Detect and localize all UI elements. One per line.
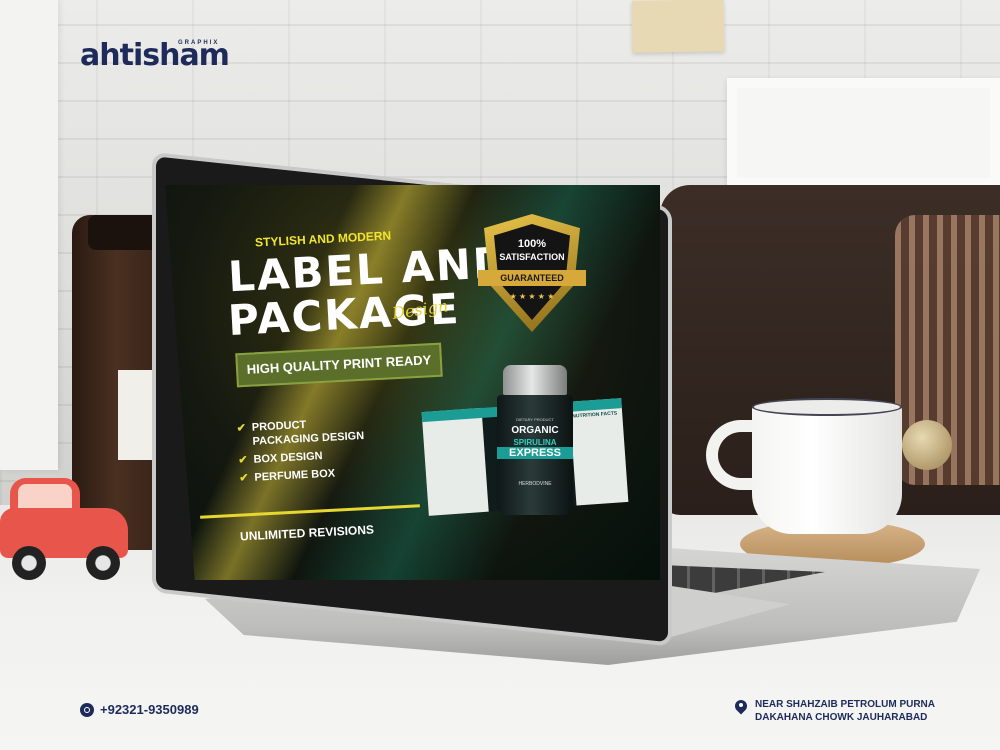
badge-ribbon: GUARANTEED [478, 270, 586, 286]
radio-knob [902, 420, 952, 470]
product-line3: EXPRESS [497, 447, 573, 459]
product-small-text: DIETARY PRODUCT [516, 417, 554, 422]
label-left-panel [421, 407, 489, 516]
product-line2: SPIRULINA [513, 438, 557, 447]
check-icon: ✔ [238, 472, 249, 485]
product-brand: HERBODVINE [518, 481, 552, 487]
guarantee-badge: 100% SATISFACTION GUARANTEED ★ ★ ★ ★ ★ [478, 214, 586, 332]
badge-text: SATISFACTION [499, 252, 565, 262]
location-pin-icon [735, 700, 747, 716]
contact-phone: +92321-9350989 [80, 702, 199, 717]
left-wall-panel [0, 0, 58, 470]
service-label: BOX DESIGN [253, 450, 323, 466]
list-item: ✔ PRODUCT PACKAGING DESIGN [236, 415, 372, 450]
badge-percent: 100% [517, 238, 547, 250]
supplement-bottle: DIETARY PRODUCT ORGANIC SPIRULINA EXPRES… [497, 365, 573, 515]
sticky-note [631, 0, 725, 53]
service-label: PRODUCT PACKAGING DESIGN [251, 418, 365, 448]
check-icon: ✔ [236, 422, 247, 435]
toy-car-window [18, 484, 72, 508]
product-line1: ORGANIC [511, 425, 559, 436]
whatsapp-icon [80, 702, 94, 717]
address-line1: NEAR SHAHZAIB PETROLUM PURNA [755, 699, 935, 710]
cup-rim [752, 398, 902, 416]
services-list: ✔ PRODUCT PACKAGING DESIGN ✔ BOX DESIGN ✔ P… [236, 415, 375, 490]
address-line2: DAKAHANA CHOWK JAUHARABAD [755, 712, 928, 723]
service-label: PERFUME BOX [254, 467, 336, 484]
list-item: ✔ BOX DESIGN [238, 446, 374, 467]
brand-logo: ahtisham GRAPHIX [80, 38, 230, 73]
toy-car-wheel [86, 546, 120, 580]
logo-sub: GRAPHIX [178, 40, 220, 46]
star-icons: ★ ★ ★ ★ ★ [509, 292, 555, 301]
bottle-cap [503, 365, 567, 395]
wall-shelf [727, 78, 1000, 188]
list-item: ✔ PERFUME BOX [239, 464, 375, 485]
phone-number: +92321-9350989 [100, 702, 199, 717]
check-icon: ✔ [238, 454, 248, 467]
white-cup [752, 404, 902, 534]
contact-address: NEAR SHAHZAIB PETROLUM PURNA DAKAHANA CH… [735, 698, 935, 724]
toy-car-wheel [12, 546, 46, 580]
toy-car [0, 478, 130, 588]
